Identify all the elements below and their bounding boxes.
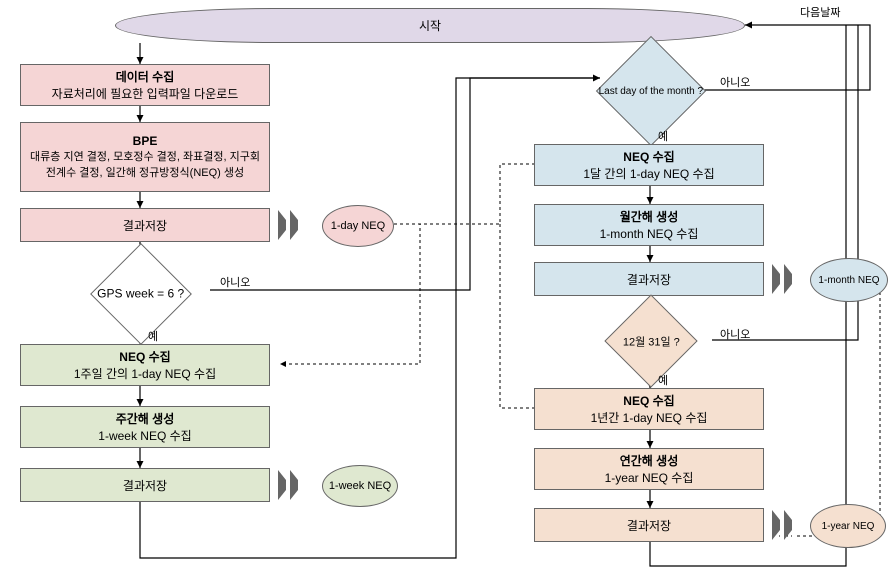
- save2-label: 결과저장: [123, 477, 167, 494]
- yearly-gen-title: 연간해 생성: [620, 452, 679, 469]
- weekly-gen-title: 주간해 생성: [116, 410, 175, 427]
- neq-1day-ellipse: 1-day NEQ: [322, 205, 394, 247]
- bpe-box: BPE 대류층 지연 결정, 모호정수 결정, 좌표결정, 지구회전계수 결정,…: [20, 122, 270, 192]
- no-label: 아니오: [720, 74, 750, 90]
- data-collect-box: 데이터 수집 자료처리에 필요한 입력파일 다운로드: [20, 64, 270, 106]
- last-day-label: Last day of the month ?: [599, 86, 704, 97]
- data-collect-sub: 자료처리에 필요한 입력파일 다운로드: [52, 85, 239, 102]
- save1-label: 결과저장: [123, 217, 167, 234]
- save2-box: 결과저장: [20, 468, 270, 502]
- save4-box: 결과저장: [534, 508, 764, 542]
- flowchart: 시작 다음날짜 데이터 수집 자료처리에 필요한 입력파일 다운로드 BPE 대…: [0, 0, 890, 576]
- dec31-label: 12월 31일 ?: [623, 333, 680, 349]
- monthly-gen-sub: 1-month NEQ 수집: [600, 225, 699, 242]
- neq-collect-year-sub: 1년간 1-day NEQ 수집: [591, 409, 708, 426]
- neq-1week-label: 1-week NEQ: [329, 480, 391, 492]
- save1-box: 결과저장: [20, 208, 270, 242]
- next-date-label: 다음날짜: [800, 4, 840, 20]
- chevron-icon: [290, 210, 314, 240]
- data-collect-title: 데이터 수집: [116, 68, 175, 85]
- yearly-gen-sub: 1-year NEQ 수집: [605, 469, 694, 486]
- neq-1year-label: 1-year NEQ: [822, 521, 875, 532]
- yes-label: 예: [148, 328, 158, 344]
- bpe-sub: 대류층 지연 결정, 모호정수 결정, 좌표결정, 지구회전계수 결정, 일간해…: [25, 148, 265, 180]
- save4-label: 결과저장: [627, 517, 671, 534]
- neq-collect-month-title: NEQ 수집: [623, 148, 674, 165]
- gps-week-label: GPS week = 6 ?: [97, 287, 184, 301]
- neq-collect-year-title: NEQ 수집: [623, 392, 674, 409]
- save3-label: 결과저장: [627, 271, 671, 288]
- neq-1month-label: 1-month NEQ: [818, 275, 879, 286]
- bpe-title: BPE: [133, 134, 158, 148]
- chevron-icon: [784, 510, 808, 540]
- weekly-gen-sub: 1-week NEQ 수집: [98, 427, 191, 444]
- save3-box: 결과저장: [534, 262, 764, 296]
- neq-1day-label: 1-day NEQ: [331, 220, 385, 232]
- start-label: 시작: [419, 17, 441, 34]
- neq-1month-ellipse: 1-month NEQ: [810, 258, 888, 302]
- neq-collect-month-box: NEQ 수집 1달 간의 1-day NEQ 수집: [534, 144, 764, 186]
- neq-collect-month-sub: 1달 간의 1-day NEQ 수집: [583, 165, 714, 182]
- neq-collect-week-box: NEQ 수집 1주일 간의 1-day NEQ 수집: [20, 344, 270, 386]
- last-day-decision: Last day of the month ?: [596, 36, 706, 146]
- yes-label: 예: [658, 128, 668, 144]
- neq-collect-year-box: NEQ 수집 1년간 1-day NEQ 수집: [534, 388, 764, 430]
- neq-1week-ellipse: 1-week NEQ: [322, 465, 398, 507]
- chevron-icon: [784, 264, 808, 294]
- yearly-gen-box: 연간해 생성 1-year NEQ 수집: [534, 448, 764, 490]
- weekly-gen-box: 주간해 생성 1-week NEQ 수집: [20, 406, 270, 448]
- no-label: 아니오: [220, 274, 250, 290]
- chevron-icon: [290, 470, 314, 500]
- monthly-gen-title: 월간해 생성: [620, 208, 679, 225]
- neq-1year-ellipse: 1-year NEQ: [810, 504, 886, 548]
- monthly-gen-box: 월간해 생성 1-month NEQ 수집: [534, 204, 764, 246]
- no-label: 아니오: [720, 326, 750, 342]
- dec31-decision: 12월 31일 ?: [604, 294, 697, 387]
- gps-week-decision: GPS week = 6 ?: [90, 243, 192, 345]
- yes-label: 예: [658, 372, 668, 388]
- neq-collect-week-title: NEQ 수집: [119, 348, 170, 365]
- neq-collect-week-sub: 1주일 간의 1-day NEQ 수집: [74, 365, 216, 382]
